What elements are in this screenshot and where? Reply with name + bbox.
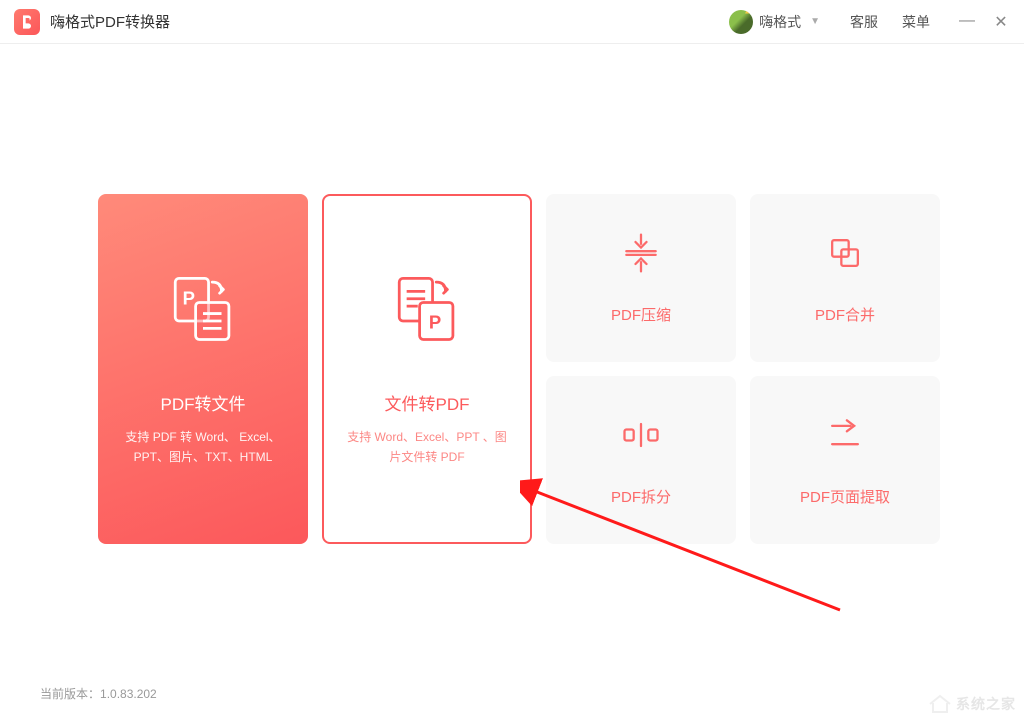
footer-version: 当前版本：1.0.83.202 bbox=[40, 685, 157, 702]
version-label: 当前版本： bbox=[40, 687, 100, 701]
nav-service[interactable]: 客服 bbox=[850, 12, 878, 32]
card-title: 文件转PDF bbox=[385, 390, 470, 415]
svg-text:P: P bbox=[183, 287, 195, 308]
nav-menu[interactable]: 菜单 bbox=[902, 12, 930, 32]
title-bar: 嗨格式PDF转换器 嗨格式 ▼ 客服 菜单 — ✕ bbox=[0, 0, 1024, 44]
split-icon bbox=[619, 413, 663, 462]
card-desc: 支持 Word、Excel、PPT 、图片文件转 PDF bbox=[342, 427, 512, 468]
username: 嗨格式 bbox=[759, 12, 801, 32]
compress-icon bbox=[619, 231, 663, 280]
pdf-to-file-icon: P bbox=[166, 271, 240, 350]
card-merge[interactable]: PDF合并 bbox=[750, 194, 940, 362]
svg-text:P: P bbox=[429, 311, 441, 332]
avatar bbox=[729, 10, 753, 34]
card-pdf-to-file[interactable]: P PDF转文件 支持 PDF 转 Word、 Excel、PPT、图片、TXT… bbox=[98, 194, 308, 544]
app-logo-icon bbox=[14, 9, 40, 35]
window-controls: — ✕ bbox=[958, 12, 1010, 32]
small-grid: PDF压缩 PDF合并 PDF拆分 bbox=[546, 194, 940, 544]
extract-icon bbox=[823, 413, 867, 462]
merge-icon bbox=[823, 231, 867, 280]
watermark: 系统之家 bbox=[928, 694, 1016, 714]
card-title: PDF页面提取 bbox=[800, 486, 890, 507]
card-extract[interactable]: PDF页面提取 bbox=[750, 376, 940, 544]
main-content: P PDF转文件 支持 PDF 转 Word、 Excel、PPT、图片、TXT… bbox=[0, 44, 1024, 544]
file-to-pdf-icon: P bbox=[390, 271, 464, 350]
minimize-button[interactable]: — bbox=[958, 12, 976, 32]
card-title: PDF压缩 bbox=[611, 304, 671, 325]
app-title: 嗨格式PDF转换器 bbox=[50, 11, 170, 32]
chevron-down-icon: ▼ bbox=[810, 16, 820, 27]
card-desc: 支持 PDF 转 Word、 Excel、PPT、图片、TXT、HTML bbox=[116, 427, 290, 468]
version-value: 1.0.83.202 bbox=[100, 687, 157, 701]
close-button[interactable]: ✕ bbox=[992, 12, 1010, 32]
card-split[interactable]: PDF拆分 bbox=[546, 376, 736, 544]
card-file-to-pdf[interactable]: P 文件转PDF 支持 Word、Excel、PPT 、图片文件转 PDF bbox=[322, 194, 532, 544]
card-compress[interactable]: PDF压缩 bbox=[546, 194, 736, 362]
card-title: PDF合并 bbox=[815, 304, 875, 325]
card-title: PDF拆分 bbox=[611, 486, 671, 507]
user-area[interactable]: 嗨格式 ▼ bbox=[729, 10, 820, 34]
card-title: PDF转文件 bbox=[161, 390, 246, 415]
